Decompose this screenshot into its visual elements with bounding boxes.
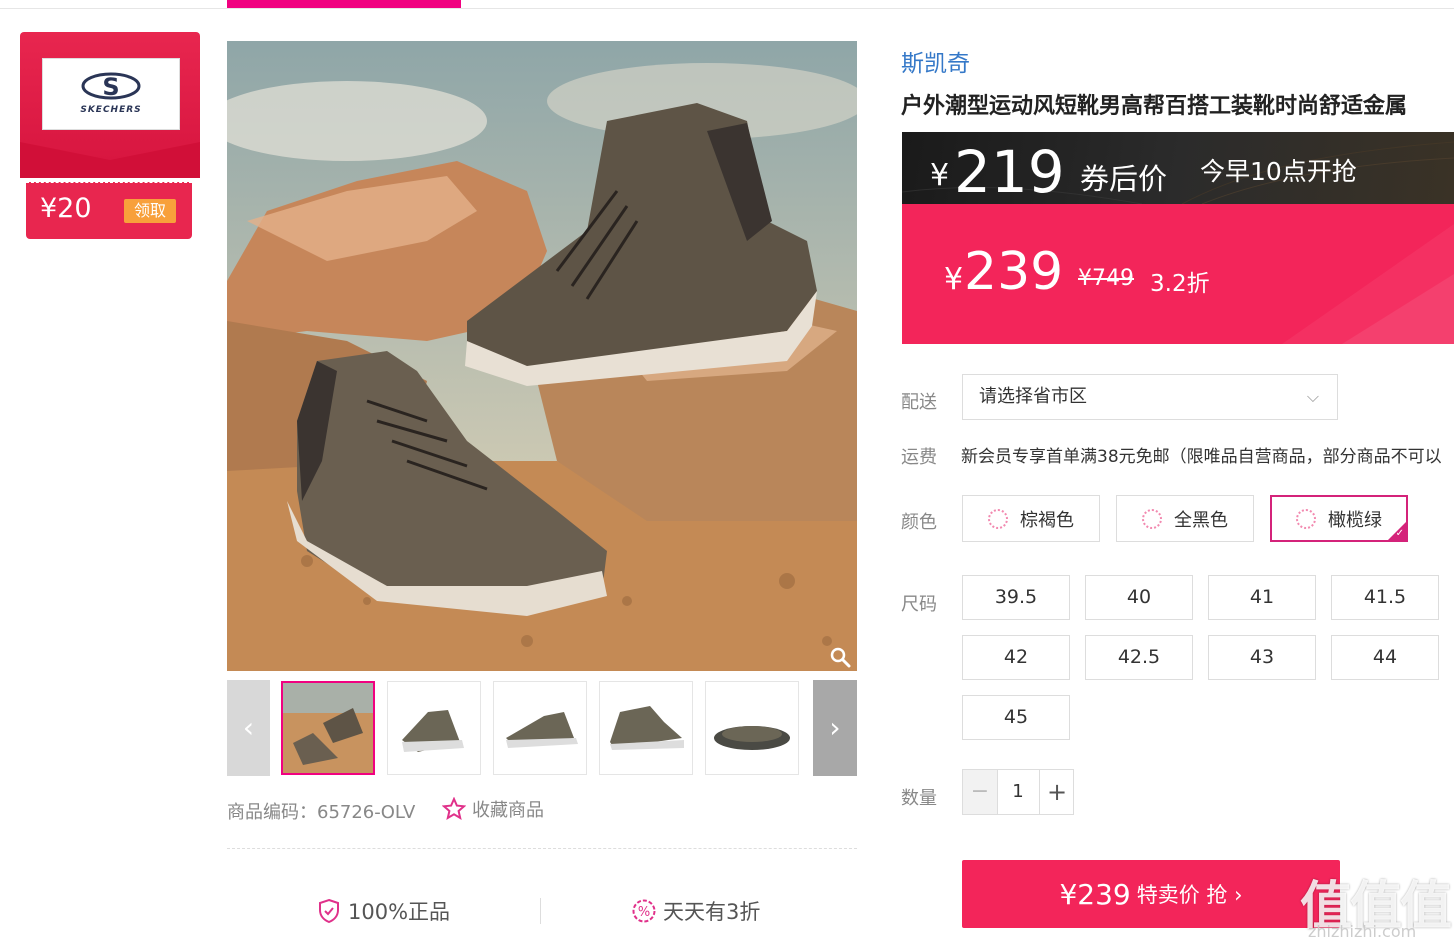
loading-spinner-icon — [988, 508, 1008, 529]
quantity-stepper: − 1 + — [962, 769, 1074, 815]
color-option-label: 棕褐色 — [1020, 509, 1074, 531]
size-option[interactable]: 41.5 — [1331, 575, 1439, 620]
thumbnail-image — [706, 682, 798, 774]
guarantee-discount: % 天天有3折 — [631, 896, 760, 926]
thumbnail-2[interactable] — [387, 681, 481, 775]
magnifier-icon[interactable] — [829, 646, 853, 670]
chevron-down-icon: ⌵ — [1306, 387, 1319, 406]
favorite-button[interactable]: 收藏商品 — [442, 796, 544, 822]
quantity-increase-button[interactable]: + — [1039, 770, 1074, 814]
size-option[interactable]: 43 — [1208, 635, 1316, 680]
shipping-label: 运费 — [901, 447, 937, 468]
color-option-selected[interactable]: 橄榄绿 ✓ — [1270, 495, 1408, 542]
sale-start-time: 今早10点开抢 — [1200, 157, 1357, 186]
product-photo — [227, 41, 857, 671]
checkmark-icon: ✓ — [1395, 528, 1404, 539]
product-title: 户外潮型运动风短靴男高帮百搭工装靴时尚舒适金属 — [901, 94, 1408, 119]
buy-button-text: 特卖价 抢 › — [1136, 883, 1243, 907]
quantity-decrease-button[interactable]: − — [963, 770, 998, 814]
star-icon — [442, 797, 466, 821]
top-divider — [0, 0, 1454, 9]
sku-code: 商品编码：65726-OLV — [227, 802, 416, 823]
buy-button-price: ¥239 — [1059, 877, 1131, 911]
brand-coupon[interactable]: ¥20 领取 — [26, 182, 192, 239]
brand-card[interactable]: S SKECHERS — [20, 32, 200, 178]
thumbnail-image — [600, 682, 692, 774]
sale-price-panel: ¥ 239 ¥749 3.2折 — [902, 204, 1454, 344]
main-product-image[interactable] — [227, 41, 857, 671]
discount-rate: 3.2折 — [1150, 271, 1210, 297]
skechers-logo-icon: S — [81, 72, 141, 101]
thumbnail-1[interactable] — [281, 681, 375, 775]
buy-now-button[interactable]: ¥239 特卖价 抢 › — [962, 860, 1340, 928]
chevron-left-icon: ‹ — [242, 711, 255, 744]
favorite-label: 收藏商品 — [472, 800, 544, 821]
watermark-url: zhizhizhi.com — [1308, 922, 1417, 941]
loading-spinner-icon — [1142, 508, 1162, 529]
price-symbol: ¥ — [944, 262, 964, 297]
shipping-info: 新会员专享首单满38元免邮（限唯品自营商品，部分商品不可以 — [961, 447, 1442, 467]
claim-coupon-button[interactable]: 领取 — [124, 199, 176, 223]
thumbnail-image — [283, 683, 373, 773]
coupon-price-label: 券后价 — [1080, 162, 1168, 196]
vertical-divider — [540, 898, 541, 924]
guarantee-authentic: 100%正品 — [316, 896, 450, 926]
coupon-price-banner: ¥ 219 券后价 今早10点开抢 — [902, 132, 1454, 204]
divider — [227, 848, 857, 849]
guarantee-label: 100%正品 — [348, 900, 451, 924]
svg-text:S: S — [102, 73, 119, 101]
coupon-price: 219 — [954, 138, 1065, 204]
quantity-label: 数量 — [901, 788, 937, 809]
chevron-right-icon: › — [829, 711, 841, 744]
size-option[interactable]: 44 — [1331, 635, 1439, 680]
thumbnail-3[interactable] — [493, 681, 587, 775]
color-option[interactable]: 全黑色 — [1116, 495, 1254, 542]
guarantee-label: 天天有3折 — [663, 900, 761, 924]
thumbnail-image — [494, 682, 586, 774]
size-option[interactable]: 42.5 — [1085, 635, 1193, 680]
thumbnail-4[interactable] — [599, 681, 693, 775]
brand-link[interactable]: 斯凯奇 — [901, 44, 970, 78]
size-option[interactable]: 42 — [962, 635, 1070, 680]
sale-price: 239 — [964, 242, 1064, 302]
delivery-select-value: 请选择省市区 — [979, 386, 1087, 407]
size-label: 尺码 — [901, 594, 937, 615]
size-option[interactable]: 40 — [1085, 575, 1193, 620]
color-option[interactable]: 棕褐色 — [962, 495, 1100, 542]
coupon-value: ¥20 — [40, 193, 92, 224]
size-option[interactable]: 45 — [962, 695, 1070, 740]
size-option[interactable]: 39.5 — [962, 575, 1070, 620]
thumb-next-button[interactable]: › — [813, 680, 857, 776]
delivery-region-select[interactable]: 请选择省市区 ⌵ — [962, 374, 1338, 420]
color-option-label: 橄榄绿 — [1328, 509, 1382, 531]
loading-spinner-icon — [1296, 508, 1316, 529]
coupon-price-symbol: ¥ — [930, 158, 950, 193]
quantity-input[interactable]: 1 — [997, 770, 1039, 814]
coupon-fold-shape — [20, 142, 200, 178]
brand-logo: S SKECHERS — [42, 58, 180, 130]
thumb-prev-button[interactable]: ‹ — [227, 680, 270, 776]
original-price: ¥749 — [1078, 266, 1134, 291]
delivery-label: 配送 — [901, 392, 937, 413]
size-option[interactable]: 41 — [1208, 575, 1316, 620]
svg-text:%: % — [638, 905, 650, 920]
active-tab-indicator — [227, 0, 461, 8]
color-option-label: 全黑色 — [1174, 509, 1228, 531]
color-label: 颜色 — [901, 512, 937, 533]
percent-badge-icon: % — [632, 899, 656, 923]
thumbnail-5[interactable] — [705, 681, 799, 775]
brand-logo-text: SKECHERS — [80, 105, 142, 115]
thumbnail-image — [388, 682, 480, 774]
shield-check-icon — [319, 898, 339, 924]
